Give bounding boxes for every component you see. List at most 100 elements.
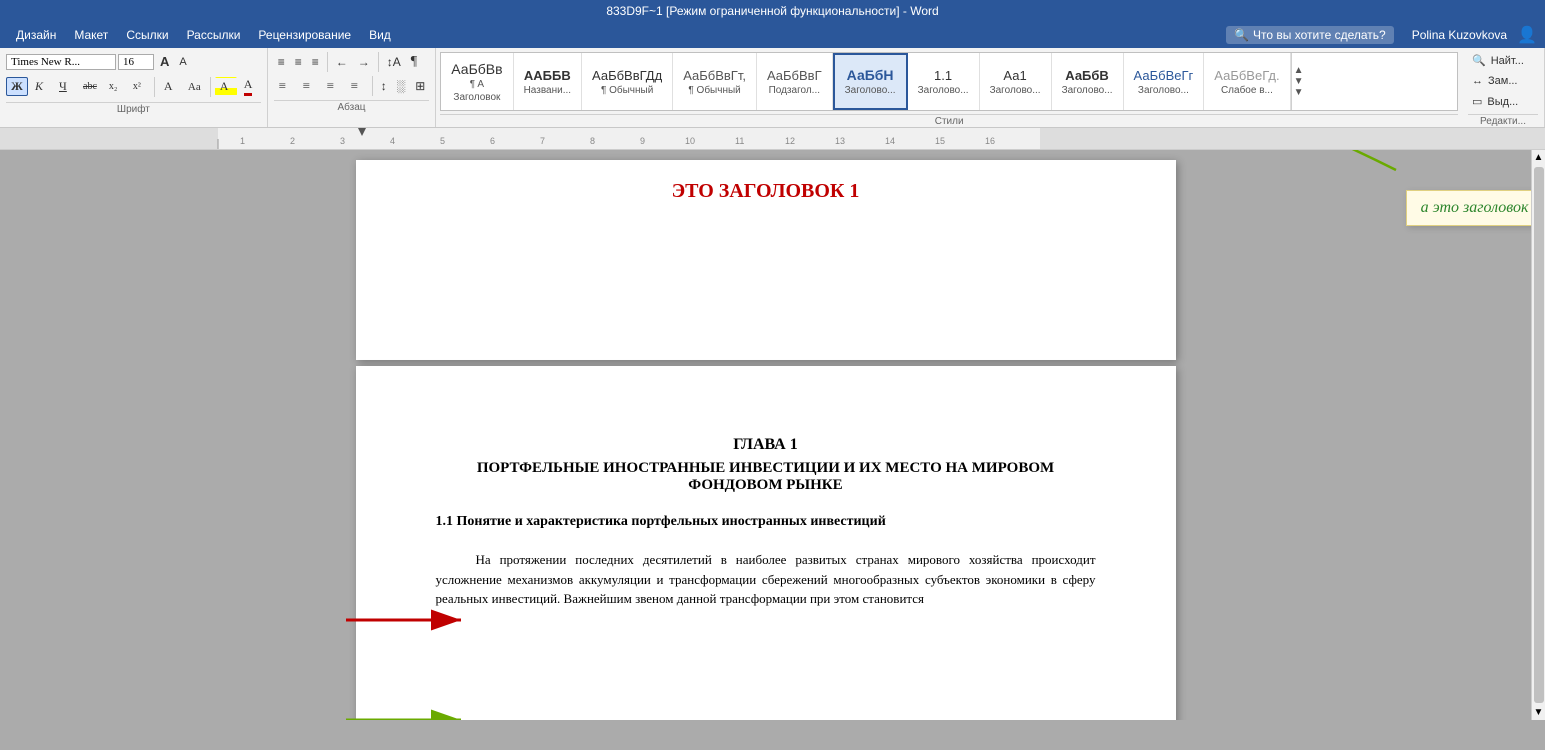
style-weak[interactable]: АаБбВеГд. Слабое в... [1204, 53, 1290, 110]
document-container: ЭТО ЗАГОЛОВОК 1 ГЛАВА 1 ПОРТФЕЛЬНЫЕ ИНОС… [316, 160, 1216, 720]
style-title[interactable]: ААББВ Названи... [514, 53, 582, 110]
style-aa1[interactable]: Аа1 Заголово... [980, 53, 1052, 110]
svg-text:11: 11 [735, 136, 744, 146]
subscript-btn[interactable]: x₂ [104, 79, 126, 94]
style-subtitle[interactable]: АаБбВвГт, ¶ Обычный [673, 53, 757, 110]
svg-text:2: 2 [290, 136, 295, 146]
svg-text:4: 4 [390, 136, 395, 146]
user-icon[interactable]: 👤 [1517, 25, 1537, 45]
style-body[interactable]: АаБбВвГДд ¶ Обычный [582, 53, 673, 110]
highlight-btn[interactable]: A [215, 77, 237, 96]
align-left-btn[interactable]: ≡ [274, 76, 296, 96]
scroll-thumb[interactable] [1534, 167, 1544, 703]
italic-btn[interactable]: К [30, 77, 52, 96]
styles-scroll-down-btn[interactable]: ▼ [1294, 76, 1304, 87]
sep5 [372, 76, 373, 96]
style-normal[interactable]: АаБбВв ¶ A Заголовок [441, 53, 513, 110]
show-marks-btn[interactable]: ¶ [407, 52, 421, 72]
style-subheading-preview: АаБбВвГ [767, 68, 822, 83]
align-center-btn[interactable]: ≡ [298, 76, 320, 96]
style-h11-name: Заголово... [918, 85, 969, 96]
styles-labels-row: Стили [440, 112, 1458, 127]
styles-scroll-up-btn[interactable]: ▲ [1294, 65, 1304, 76]
vertical-scrollbar[interactable]: ▲ ▼ [1531, 150, 1545, 720]
menu-mailings[interactable]: Рассылки [179, 24, 249, 46]
text-color-indicator: A [244, 77, 253, 96]
ribbon: Times New R... 16 A A Ж К Ч abc x₂ x² A … [0, 48, 1545, 128]
borders-btn[interactable]: ⊞ [411, 77, 429, 95]
page-2[interactable]: ГЛАВА 1 ПОРТФЕЛЬНЫЕ ИНОСТРАННЫЕ ИНВЕСТИЦ… [356, 366, 1176, 720]
bold-btn[interactable]: Ж [6, 77, 28, 96]
style-subheading-name: Подзагол... [769, 85, 820, 96]
font-size-up-btn[interactable]: A [156, 52, 173, 71]
strikethrough-btn[interactable]: abc [78, 79, 102, 94]
style-heading-blue-preview: АаБбВеГг [1134, 68, 1194, 83]
scroll-down-btn[interactable]: ▼ [1532, 705, 1545, 720]
style-h11[interactable]: 1.1 Заголово... [908, 53, 980, 110]
style-heading-b-name: Заголово... [1062, 85, 1113, 96]
search-bar[interactable]: 🔍 Что вы хотите сделать? [1226, 26, 1394, 44]
style-subheading[interactable]: АаБбВвГ Подзагол... [757, 53, 833, 110]
ruler-svg: 1 2 3 4 5 6 7 8 9 10 11 12 13 14 15 16 [0, 128, 1545, 150]
indent-btn[interactable]: → [354, 53, 374, 71]
style-heading-blue[interactable]: АаБбВеГг Заголово... [1124, 53, 1205, 110]
chapter-title: ГЛАВА 1 [436, 436, 1096, 454]
font-size-down-btn[interactable]: A [175, 54, 190, 70]
editing-section-label: Редакти... [1468, 114, 1538, 127]
find-btn[interactable]: 🔍 Найт... [1468, 52, 1538, 69]
select-icon: ▭ [1472, 95, 1482, 108]
font-name-input[interactable]: Times New R... [6, 54, 116, 70]
style-body-preview: АаБбВвГДд [592, 68, 662, 83]
line-spacing-btn[interactable]: ↕ [377, 77, 391, 95]
svg-text:8: 8 [590, 136, 595, 146]
paragraph-1: На протяжении последних десятилетий в на… [436, 550, 1096, 609]
style-heading1[interactable]: АаБбН Заголово... [833, 53, 908, 110]
paragraph-section-label: Абзац [274, 100, 430, 113]
underline-btn[interactable]: Ч [54, 77, 76, 96]
sort-btn[interactable]: ↕A [383, 53, 405, 71]
menu-design[interactable]: Дизайн [8, 24, 64, 46]
search-placeholder: Что вы хотите сделать? [1253, 28, 1386, 42]
case-btn[interactable]: Aa [183, 79, 206, 95]
numbering-btn[interactable]: ≡ [291, 53, 306, 71]
svg-text:14: 14 [885, 136, 895, 146]
user-name[interactable]: Polina Kuzovkova [1412, 28, 1507, 42]
replace-btn[interactable]: ↔ Зам... [1468, 73, 1538, 89]
style-normal-preview: АаБбВв [451, 61, 502, 77]
align-right-btn[interactable]: ≡ [322, 76, 344, 96]
find-label: Найт... [1491, 55, 1524, 67]
menu-references[interactable]: Ссылки [118, 24, 176, 46]
styles-more-btn[interactable]: ▼ [1294, 87, 1304, 98]
select-btn[interactable]: ▭ Выд... [1468, 93, 1538, 110]
menu-layout[interactable]: Макет [66, 24, 116, 46]
align-justify-btn[interactable]: ≡ [346, 76, 368, 96]
svg-text:3: 3 [340, 136, 345, 146]
svg-text:13: 13 [835, 136, 845, 146]
menu-view[interactable]: Вид [361, 24, 399, 46]
multilevel-btn[interactable]: ≡ [308, 53, 323, 71]
svg-text:7: 7 [540, 136, 545, 146]
clear-format-btn[interactable]: A [159, 77, 181, 96]
superscript-btn[interactable]: x² [128, 79, 150, 94]
outdent-btn[interactable]: ← [332, 53, 352, 71]
svg-text:15: 15 [935, 136, 945, 146]
document-wrapper[interactable]: ЭТО ЗАГОЛОВОК 1 ГЛАВА 1 ПОРТФЕЛЬНЫЕ ИНОС… [0, 150, 1531, 720]
styles-section-label: Стили [440, 114, 1458, 127]
style-heading-b[interactable]: АаБбВ Заголово... [1052, 53, 1124, 110]
bullets-btn[interactable]: ≡ [274, 53, 289, 71]
text-color-btn[interactable]: A [239, 75, 261, 98]
scroll-up-btn[interactable]: ▲ [1532, 150, 1545, 165]
menu-review[interactable]: Рецензирование [250, 24, 359, 46]
styles-gallery: АаБбВв ¶ A Заголовок ААББВ Названи... Аа… [440, 52, 1458, 111]
svg-text:16: 16 [985, 136, 995, 146]
font-size-input[interactable]: 16 [118, 54, 154, 70]
sep3 [327, 52, 328, 72]
heading2-callout-text: а это заголовок 2 [1421, 199, 1531, 216]
section-heading: 1.1 Понятие и характеристика портфельных… [436, 514, 1096, 530]
editing-section: 🔍 Найт... ↔ Зам... ▭ Выд... Редакти... [1462, 48, 1545, 127]
green-ribbon-arrow [1136, 150, 1436, 190]
styles-scroll-buttons[interactable]: ▲ ▼ ▼ [1291, 53, 1306, 110]
font-section: Times New R... 16 A A Ж К Ч abc x₂ x² A … [0, 48, 268, 127]
paragraph-section: ≡ ≡ ≡ ← → ↕A ¶ ≡ ≡ ≡ ≡ ↕ ░ ⊞ Абзац [268, 48, 437, 127]
shading-btn[interactable]: ░ [393, 77, 410, 95]
